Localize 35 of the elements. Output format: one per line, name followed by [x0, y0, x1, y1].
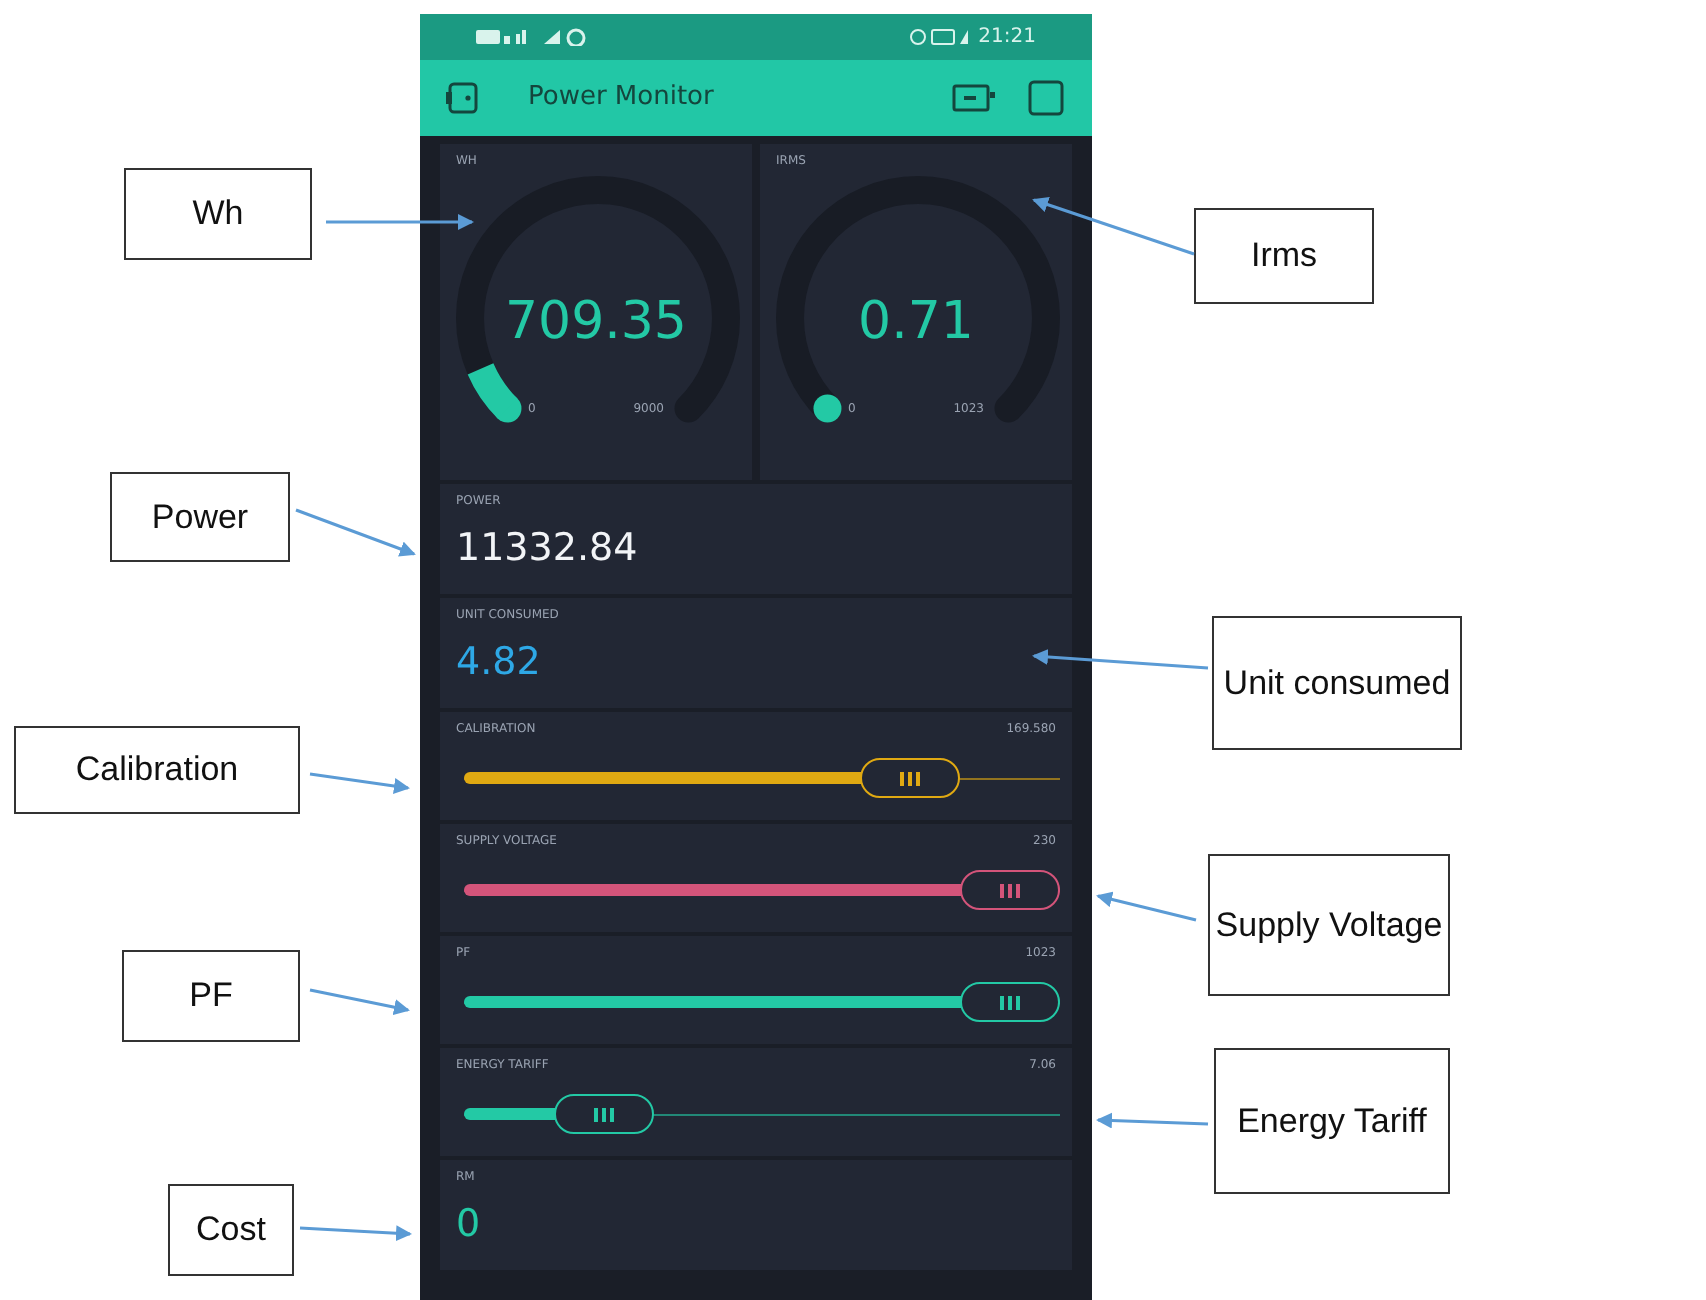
callout-label: Supply Voltage	[1208, 854, 1450, 996]
callout-arrow	[295, 508, 416, 557]
value-text: 11332.84	[456, 524, 640, 574]
gauge-start-dot	[813, 394, 842, 423]
value-text: 0	[456, 1200, 483, 1250]
slider-track[interactable]	[464, 982, 1060, 1022]
gauge-value: 709.35	[503, 290, 689, 356]
slider-track[interactable]	[464, 870, 1060, 910]
callout-label: Wh	[124, 168, 312, 260]
callout-arrow	[309, 988, 410, 1016]
value-text: 4.82	[456, 638, 543, 688]
slider-thumb[interactable]	[860, 758, 961, 798]
slider-thumb[interactable]	[553, 1094, 654, 1134]
slider-track[interactable]	[464, 1094, 1060, 1134]
callout-arrow	[299, 1225, 412, 1242]
slider-thumb[interactable]	[960, 870, 1060, 910]
app-title: Power Monitor	[528, 80, 716, 117]
callout-arrow	[309, 772, 410, 794]
callout-label: Energy Tariff	[1214, 1048, 1450, 1194]
battery-icon[interactable]	[952, 83, 996, 112]
callout-arrow	[1096, 1112, 1209, 1129]
slider-thumb[interactable]	[960, 982, 1060, 1022]
callout-arrow	[1096, 891, 1197, 922]
alarm-battery-icons	[910, 27, 971, 46]
status-time: 21:21	[978, 24, 1036, 52]
callout-label: Cost	[168, 1184, 294, 1276]
callout-label: Power	[110, 472, 290, 562]
callout-label: Calibration	[14, 726, 300, 814]
callout-label: PF	[122, 950, 300, 1042]
callout-label: Irms	[1194, 208, 1374, 304]
callout-label: Unit consumed	[1212, 616, 1462, 750]
gauge-value: 0.71	[856, 290, 976, 356]
device-icon[interactable]	[444, 79, 480, 116]
square-icon[interactable]	[1028, 79, 1064, 116]
slider-track[interactable]	[464, 758, 1060, 798]
